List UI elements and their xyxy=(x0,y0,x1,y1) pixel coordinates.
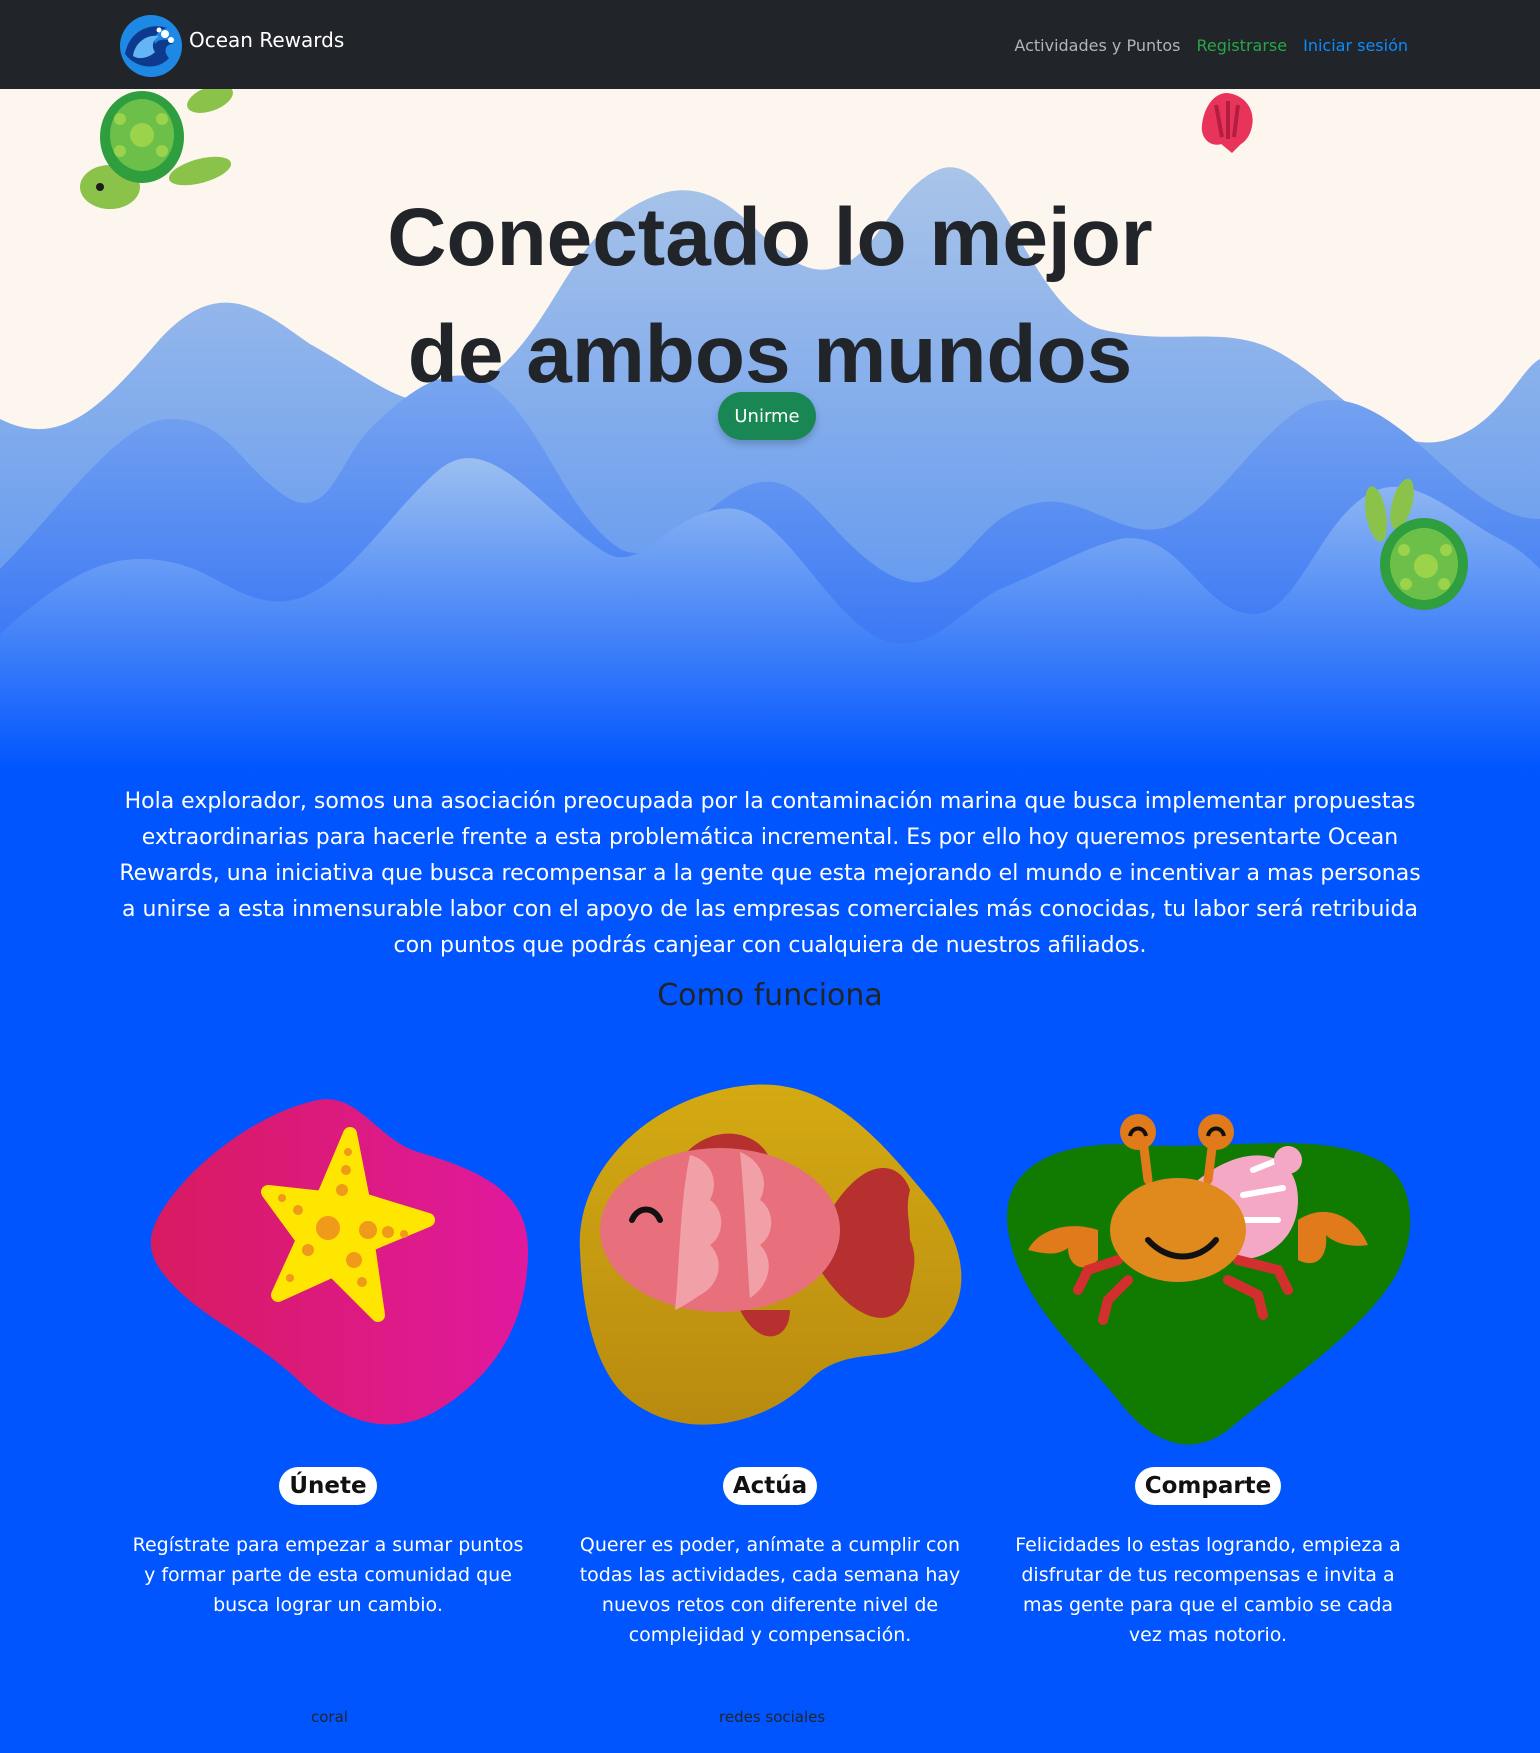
crab-icon xyxy=(1007,1114,1411,1445)
fish-icon xyxy=(579,1084,962,1425)
how-it-works-title: Como funciona xyxy=(657,978,883,1013)
turtle-icon xyxy=(1365,478,1468,610)
hero-title: Conectado lo mejor de ambos mundos xyxy=(0,179,1540,413)
hero-title-line-1: Conectado lo mejor xyxy=(387,192,1153,283)
footer-link-social-media[interactable]: redes sociales xyxy=(719,1708,825,1726)
step-title-act: Actúa xyxy=(722,1467,818,1505)
join-button[interactable]: Unirme xyxy=(718,392,816,440)
intro-text: Hola explorador, somos una asociación pr… xyxy=(119,789,1421,958)
navbar: Ocean Rewards Actividades y Puntos Regis… xyxy=(0,0,1540,89)
nav-link-login[interactable]: Iniciar sesión xyxy=(1303,36,1408,55)
step-description-act: Querer es poder, anímate a cumplir con t… xyxy=(579,1534,961,1646)
starfish-icon xyxy=(150,1099,529,1425)
seashell-icon xyxy=(1201,93,1253,153)
nav-link-activities[interactable]: Actividades y Puntos xyxy=(1014,36,1180,55)
step-description-share: Felicidades lo estas logrando, empieza a… xyxy=(1015,1534,1401,1646)
step-title-share: Comparte xyxy=(1134,1467,1282,1505)
brand-name[interactable]: Ocean Rewards xyxy=(189,28,344,52)
step-title-join: Únete xyxy=(279,1467,377,1505)
nav-link-register[interactable]: Registrarse xyxy=(1197,36,1288,55)
ocean-wave-logo-icon[interactable] xyxy=(119,14,183,78)
step-description-join: Regístrate para empezar a sumar puntos y… xyxy=(132,1534,524,1616)
nav-links: Actividades y Puntos Registrarse Iniciar… xyxy=(1014,36,1408,55)
hero-section: Conectado lo mejor de ambos mundos Unirm… xyxy=(0,89,1540,770)
footer-link-coral[interactable]: coral xyxy=(311,1708,348,1726)
